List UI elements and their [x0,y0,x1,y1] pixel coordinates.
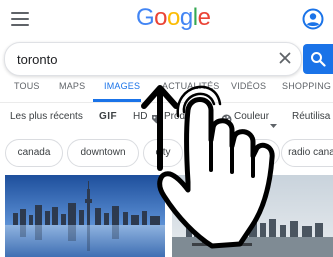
google-images-mobile-page: Google TOUS MAPS IMAGES ACTUALITÉS VIDÉO… [0,0,333,257]
image-tools-bar: Les plus récents GIF HD Produit Couleur … [0,105,333,129]
close-icon[interactable] [277,50,293,66]
tab-videos[interactable]: VIDÉOS [231,81,266,91]
filter-color[interactable]: Couleur [234,111,269,122]
search-tabs: TOUS MAPS IMAGES ACTUALITÉS VIDÉOS SHOPP… [0,78,333,103]
chevron-down-icon[interactable] [270,116,277,134]
search-input[interactable] [17,49,257,69]
tab-all[interactable]: TOUS [14,81,40,91]
tag-icon [151,112,162,130]
search-button[interactable] [303,44,333,74]
filter-reuse[interactable]: Réutilisa [292,111,330,122]
logo-letter: o [154,4,168,31]
palette-icon [221,112,232,130]
tab-shopping[interactable]: SHOPPING [282,81,331,91]
filter-gif[interactable]: GIF [99,111,117,122]
toronto-cn-tower-photo[interactable] [172,175,333,257]
logo-letter: o [167,4,180,31]
search-box [4,42,302,76]
chip-downtown[interactable]: downtown [67,139,139,167]
filter-hd[interactable]: HD [133,111,147,122]
menu-icon[interactable] [11,12,29,26]
related-search-chips: canada downtown city skyline radio canad… [0,139,333,169]
logo-letter: g [179,4,193,31]
logo-letter: e [197,4,211,31]
google-logo[interactable]: Google [136,3,211,33]
chip-radio-canada[interactable]: radio canada [281,139,333,167]
tab-maps[interactable]: MAPS [59,81,85,91]
filter-product[interactable]: Produit [164,111,196,122]
chip-skyline[interactable]: skyline [188,139,280,167]
tab-images[interactable]: IMAGES [104,81,140,91]
logo-letter: G [136,4,155,31]
tab-news[interactable]: ACTUALITÉS [162,81,220,91]
search-icon [311,52,326,67]
chip-canada[interactable]: canada [5,139,63,167]
filter-recent[interactable]: Les plus récents [10,111,83,122]
toronto-skyline-water-photo[interactable] [5,175,165,257]
active-tab-indicator [93,99,141,102]
account-circle-icon[interactable] [302,8,324,30]
chip-city[interactable]: city [143,139,183,167]
